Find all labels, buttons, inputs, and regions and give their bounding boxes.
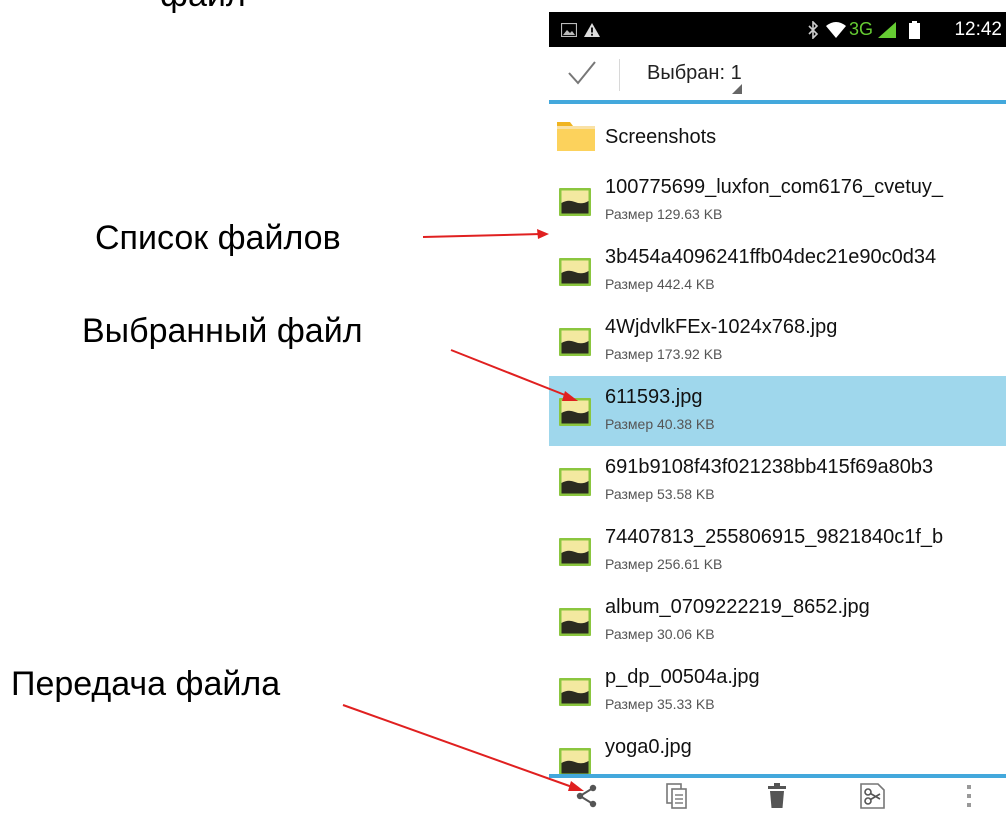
action-bar-separator: [619, 59, 620, 91]
image-file-icon: [559, 398, 591, 431]
action-bar: Выбран: 1: [549, 47, 1006, 100]
delete-icon: [767, 783, 787, 814]
file-size: Размер 442.4 KB: [605, 276, 715, 292]
file-size: Размер 173.92 KB: [605, 346, 723, 362]
annotation-file-list: Список файлов: [95, 219, 341, 257]
file-size: Размер 129.63 KB: [605, 206, 723, 222]
image-file-icon: [559, 258, 591, 291]
file-size: Размер 256.61 KB: [605, 556, 723, 572]
file-list[interactable]: Screenshots 100775699_luxfon_com6176_cvet…: [549, 104, 1006, 774]
signal-icon: [877, 12, 897, 47]
file-row[interactable]: 4WjdvlkFEx-1024x768.jpg Размер 173.92 KB: [549, 306, 1006, 376]
file-size: Размер 30.06 KB: [605, 626, 715, 642]
image-file-icon: [559, 678, 591, 711]
phone-screen: 3G 12:42 Выбран: 1 Screenshots 100775699_…: [549, 12, 1006, 819]
file-name: 100775699_luxfon_com6176_cvetuy_: [605, 176, 944, 198]
copy-icon: [666, 783, 688, 814]
file-row[interactable]: 3b454a4096241ffb04dec21e90c0d34 Размер 44…: [549, 236, 1006, 306]
wifi-icon: [825, 12, 847, 47]
file-row[interactable]: 691b9108f43f021238bb415f69a80b3 Размер 53…: [549, 446, 1006, 516]
arrow-file-list: [422, 229, 549, 239]
file-name: p_dp_00504a.jpg: [605, 666, 760, 688]
cut-button[interactable]: [843, 778, 903, 819]
battery-icon: [909, 12, 920, 47]
gallery-icon: [561, 12, 577, 47]
file-size: Размер 53.58 KB: [605, 486, 715, 502]
checkmark-icon[interactable]: [567, 59, 597, 92]
file-name: album_0709222219_8652.jpg: [605, 596, 870, 618]
file-name: 4WjdvlkFEx-1024x768.jpg: [605, 316, 838, 338]
folder-icon: [556, 118, 596, 157]
folder-row[interactable]: Screenshots: [549, 104, 1006, 166]
file-row[interactable]: 100775699_luxfon_com6176_cvetuy_ Размер 1…: [549, 166, 1006, 236]
bluetooth-icon: [807, 12, 819, 47]
file-name: 74407813_255806915_9821840c1f_b: [605, 526, 944, 548]
status-time: 12:42: [954, 19, 1002, 40]
file-name: Screenshots: [605, 126, 717, 148]
status-bar: 3G 12:42: [549, 12, 1006, 47]
file-name: yoga0.jpg: [605, 736, 692, 758]
file-row[interactable]: 74407813_255806915_9821840c1f_b Размер 25…: [549, 516, 1006, 586]
share-button[interactable]: [557, 778, 617, 819]
share-icon: [575, 784, 599, 813]
file-size: Размер 35.33 KB: [605, 696, 715, 712]
selected-count-dropdown[interactable]: Выбран: 1: [647, 47, 742, 100]
image-file-icon: [559, 538, 591, 571]
arrow-file-transfer: [342, 704, 584, 791]
file-row[interactable]: yoga0.jpg: [549, 726, 1006, 774]
annotation-file-transfer: Передача файла: [11, 665, 281, 703]
image-file-icon: [559, 748, 591, 774]
overflow-menu-icon: [966, 784, 972, 813]
copy-button[interactable]: [647, 778, 707, 819]
file-row[interactable]: p_dp_00504a.jpg Размер 35.33 KB: [549, 656, 1006, 726]
image-file-icon: [559, 608, 591, 641]
annotation-partial: файл: [160, 0, 246, 12]
dropdown-corner-icon: [732, 81, 742, 99]
file-row[interactable]: album_0709222219_8652.jpg Размер 30.06 KB: [549, 586, 1006, 656]
image-file-icon: [559, 328, 591, 361]
file-name: 3b454a4096241ffb04dec21e90c0d34: [605, 246, 937, 268]
delete-button[interactable]: [747, 778, 807, 819]
file-name: 611593.jpg: [605, 386, 703, 408]
image-file-icon: [559, 468, 591, 501]
network-type: 3G: [849, 19, 874, 39]
warning-icon: [583, 12, 601, 47]
image-file-icon: [559, 188, 591, 221]
cut-icon: [860, 783, 886, 814]
file-row[interactable]: 611593.jpg Размер 40.38 KB: [549, 376, 1006, 446]
overflow-menu-button[interactable]: [939, 778, 999, 819]
annotation-selected-file: Выбранный файл: [82, 312, 363, 350]
bottom-toolbar: [549, 778, 1006, 819]
file-name: 691b9108f43f021238bb415f69a80b3: [605, 456, 934, 478]
file-size: Размер 40.38 KB: [605, 416, 715, 432]
